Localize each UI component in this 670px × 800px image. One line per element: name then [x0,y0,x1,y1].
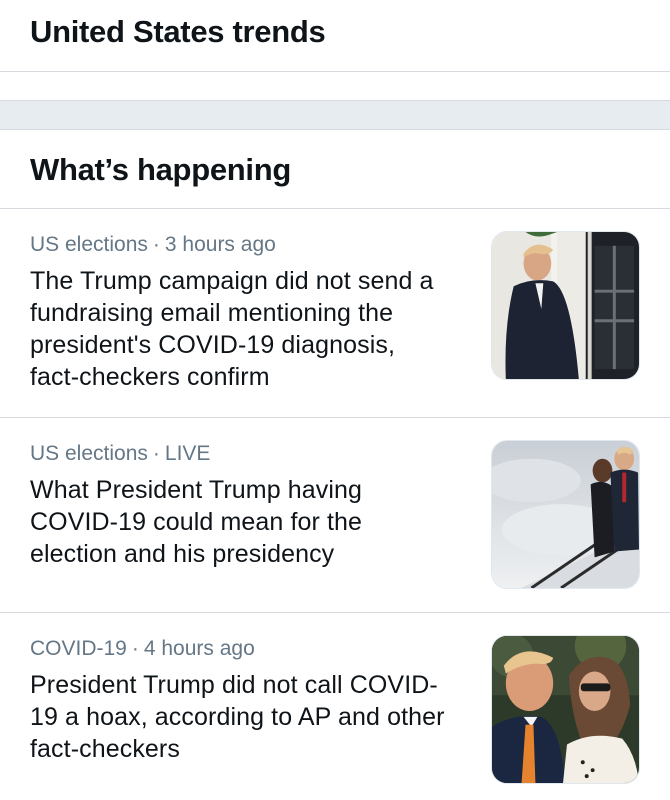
meta-separator: · [152,233,160,256]
story-thumbnail[interactable] [491,231,640,380]
story-thumbnail[interactable] [491,635,640,784]
story-time: 3 hours ago [164,233,276,256]
story-meta: COVID-19 · 4 hours ago [30,635,450,663]
trends-header: United States trends [0,0,670,72]
section-header: What’s happening [0,130,670,209]
story-thumbnail[interactable] [491,440,640,589]
trend-story[interactable]: US elections · 3 hours ago The Trump campa… [0,209,670,418]
story-headline: The Trump campaign did not send a fundra… [30,267,434,391]
story-time: 4 hours ago [143,637,255,660]
meta-separator: · [152,442,160,465]
story-category: US elections [30,442,148,465]
story-category: US elections [30,233,148,256]
section-divider [0,100,670,130]
photo-trump-walking-doorway [492,232,639,379]
meta-separator: · [131,637,139,660]
story-time: LIVE [164,442,211,465]
photo-trump-and-first-lady [492,636,639,783]
story-headline: What President Trump having COVID-19 cou… [30,476,363,568]
story-headline: President Trump did not call COVID-19 a … [30,671,445,763]
trend-story[interactable]: US elections · LIVE What President Trump h… [0,418,670,613]
trend-story[interactable]: COVID-19 · 4 hours ago President Trump did… [0,613,670,800]
page-title: United States trends [30,14,326,49]
section-title: What’s happening [30,152,291,187]
story-meta: US elections · LIVE [30,440,450,468]
photo-trump-airplane-stairs [492,441,639,588]
story-category: COVID-19 [30,637,127,660]
story-meta: US elections · 3 hours ago [30,231,450,259]
